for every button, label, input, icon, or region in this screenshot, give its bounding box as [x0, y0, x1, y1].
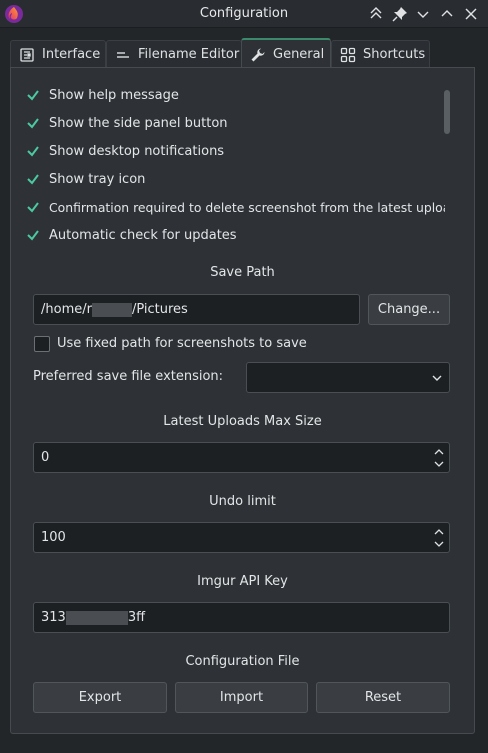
option-label: Confirmation required to delete screensh… [49, 199, 445, 215]
latest-uploads-spinbox[interactable]: 0 [33, 442, 450, 473]
extension-select[interactable] [246, 362, 450, 393]
undo-limit-spinbox[interactable]: 100 [33, 522, 450, 553]
tab-shortcuts[interactable]: Shortcuts [331, 40, 430, 68]
checkmark-icon [27, 118, 39, 129]
options-scrollbar[interactable] [441, 86, 451, 252]
checkmark-icon [27, 146, 39, 157]
import-button[interactable]: Import [175, 682, 308, 713]
latest-uploads-title: Latest Uploads Max Size [163, 414, 322, 429]
general-options-list: Show help message Show the side panel bu… [25, 82, 445, 254]
imgur-api-key-input[interactable]: 313 3ff [33, 602, 450, 633]
save-path-prefix: /home/r [41, 302, 92, 317]
undo-limit-value: 100 [41, 530, 66, 545]
title-bar: Configuration [0, 0, 488, 28]
imgur-api-key-title: Imgur API Key [197, 574, 288, 589]
option-label: Show help message [49, 87, 179, 103]
export-button[interactable]: Export [33, 682, 167, 713]
scrollbar-thumb[interactable] [444, 90, 450, 134]
checkmark-icon [27, 202, 39, 213]
reset-button[interactable]: Reset [316, 682, 450, 713]
change-path-button[interactable]: Change... [368, 294, 450, 325]
minimize-icon[interactable] [413, 4, 433, 24]
option-label: Show desktop notifications [49, 143, 225, 159]
maximize-icon[interactable] [437, 4, 457, 24]
keep-above-icon[interactable] [366, 4, 386, 24]
option-label: Automatic check for updates [49, 227, 237, 243]
tab-general[interactable]: General [241, 38, 331, 69]
fixed-path-label: Use fixed path for screenshots to save [57, 336, 307, 351]
option-show-side-panel-button[interactable]: Show the side panel button [25, 112, 228, 134]
save-path-title: Save Path [210, 265, 275, 280]
checkmark-icon [27, 174, 39, 185]
tab-shortcuts-label: Shortcuts [363, 47, 426, 62]
tab-bar: Interface Filename Editor General Shortc… [10, 38, 480, 69]
shortcuts-icon [340, 47, 356, 63]
option-label: Show tray icon [49, 171, 146, 187]
spin-arrows-icon[interactable] [433, 446, 445, 470]
save-path-input[interactable]: /home/r/Pictures [33, 294, 360, 325]
api-key-suffix: 3ff [127, 610, 146, 625]
option-show-tray-icon[interactable]: Show tray icon [25, 168, 145, 190]
latest-uploads-value: 0 [41, 450, 50, 465]
tab-filename-editor-label: Filename Editor [138, 47, 240, 62]
tab-interface[interactable]: Interface [10, 40, 106, 68]
fixed-path-checkbox[interactable] [34, 336, 50, 352]
api-key-prefix: 313 [41, 610, 66, 625]
option-show-help-message[interactable]: Show help message [25, 84, 179, 106]
chevron-down-icon [432, 375, 442, 381]
wrench-icon [250, 47, 266, 63]
tab-filename-editor[interactable]: Filename Editor [106, 40, 242, 68]
filename-editor-icon [115, 47, 131, 63]
undo-limit-title: Undo limit [209, 494, 276, 509]
option-show-desktop-notifications[interactable]: Show desktop notifications [25, 140, 224, 162]
option-label: Show the side panel button [49, 115, 228, 131]
pin-icon[interactable] [390, 4, 410, 24]
spin-arrows-icon[interactable] [433, 526, 445, 550]
option-confirm-delete-screenshot[interactable]: Confirmation required to delete screensh… [25, 196, 445, 218]
close-icon[interactable] [461, 4, 481, 24]
option-automatic-check-updates[interactable]: Automatic check for updates [25, 224, 237, 246]
configuration-file-title: Configuration File [185, 654, 300, 669]
interface-icon [19, 47, 35, 63]
tab-general-label: General [273, 47, 325, 62]
checkmark-icon [27, 230, 39, 241]
tab-interface-label: Interface [42, 47, 101, 62]
checkmark-icon [27, 90, 39, 101]
redacted-username [91, 302, 132, 317]
save-path-suffix: /Pictures [131, 302, 188, 317]
redacted-api-key [65, 610, 128, 625]
general-panel: Show help message Show the side panel bu… [10, 67, 475, 734]
extension-label: Preferred save file extension: [33, 369, 224, 384]
